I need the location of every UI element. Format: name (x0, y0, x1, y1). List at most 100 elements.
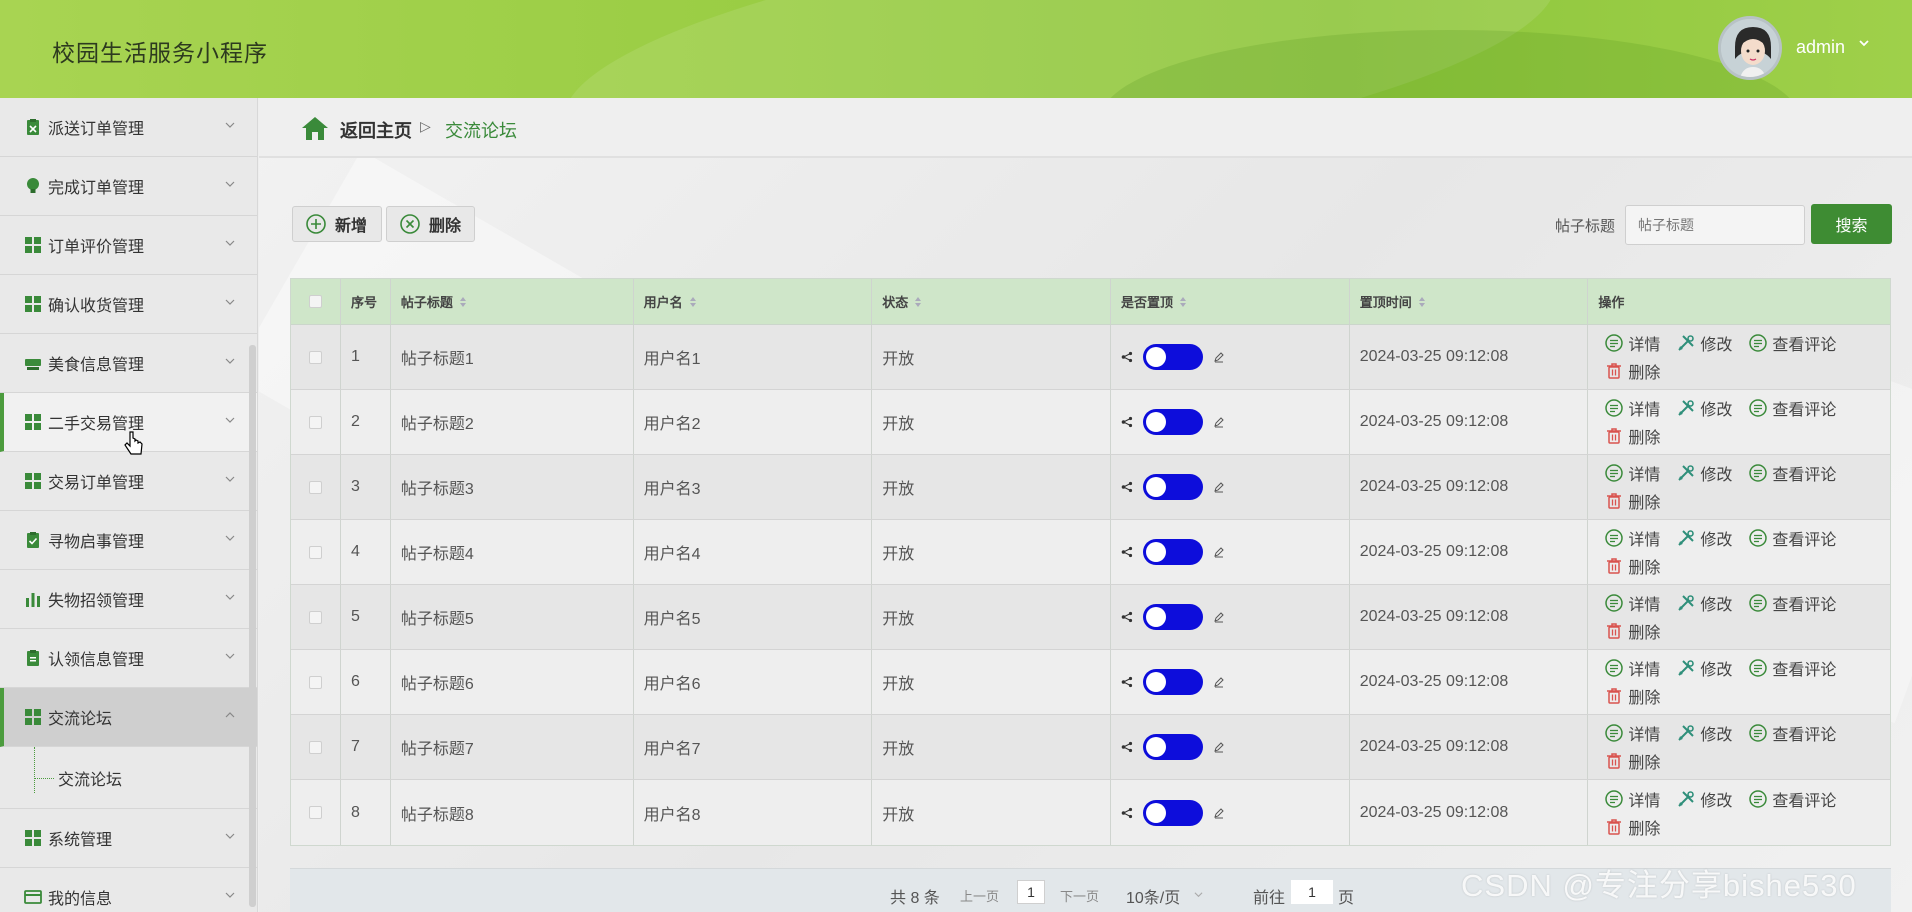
row-checkbox[interactable] (308, 740, 322, 754)
col-header-user[interactable]: 用户名 (634, 279, 873, 324)
pinned-toggle[interactable] (1142, 734, 1203, 760)
sidebar: 派送订单管理 完成订单管理 订单评价管理 确认收货管理 美食信息管理 二手交易管… (0, 98, 258, 912)
view-comments-button[interactable]: 查看评论 (1748, 656, 1836, 680)
col-header-pin-time[interactable]: 置顶时间 (1350, 279, 1589, 324)
chevron-down-icon[interactable] (1194, 890, 1203, 899)
pagination-prev[interactable]: 上一页 (960, 886, 999, 905)
pagination-next[interactable]: 下一页 (1060, 886, 1099, 905)
view-comments-button[interactable]: 查看评论 (1748, 591, 1836, 615)
search-button[interactable]: 搜索 (1811, 204, 1892, 244)
sort-icon[interactable] (689, 296, 697, 308)
sidebar-item-food-info[interactable]: 美食信息管理 (0, 334, 257, 393)
edit-button[interactable]: 修改 (1676, 721, 1732, 745)
detail-button[interactable]: 详情 (1604, 396, 1660, 420)
row-checkbox[interactable] (308, 806, 322, 819)
col-header-pinned[interactable]: 是否置顶 (1111, 279, 1350, 324)
detail-button[interactable]: 详情 (1604, 331, 1660, 355)
detail-button[interactable]: 详情 (1604, 787, 1660, 811)
chevron-down-icon (225, 358, 235, 364)
cell-pin-time: 2024-03-25 09:12:08 (1350, 455, 1589, 519)
comments-icon (1749, 789, 1768, 808)
col-header-title[interactable]: 帖子标题 (391, 279, 634, 324)
edit-button[interactable]: 修改 (1676, 526, 1732, 550)
bulb-icon (24, 177, 42, 195)
breadcrumb-home[interactable]: 返回主页 (340, 117, 412, 143)
sidebar-item-completed-orders[interactable]: 完成订单管理 (0, 157, 257, 216)
row-delete-button[interactable]: 删除 (1604, 359, 1660, 383)
cell-title: 帖子标题4 (391, 520, 634, 584)
pinned-toggle[interactable] (1142, 799, 1203, 826)
food-icon (24, 354, 42, 372)
row-delete-button[interactable]: 删除 (1604, 749, 1660, 773)
sidebar-item-lost-notices[interactable]: 寻物启事管理 (0, 511, 257, 570)
bar-chart-icon (24, 590, 42, 608)
view-comments-button[interactable]: 查看评论 (1748, 331, 1836, 355)
delete-button[interactable]: 删除 (386, 206, 475, 242)
detail-button[interactable]: 详情 (1604, 526, 1660, 550)
add-button[interactable]: 新增 (292, 206, 382, 242)
view-comments-button[interactable]: 查看评论 (1748, 721, 1836, 745)
sidebar-item-my-info[interactable]: 我的信息 (0, 868, 257, 912)
user-name[interactable]: admin (1796, 37, 1845, 58)
pinned-toggle[interactable] (1142, 539, 1203, 565)
row-checkbox[interactable] (308, 545, 322, 559)
pinned-toggle[interactable] (1142, 474, 1203, 500)
edit-button[interactable]: 修改 (1676, 591, 1732, 615)
edit-button[interactable]: 修改 (1676, 787, 1732, 811)
pagination-goto-input[interactable]: 1 (1291, 880, 1333, 904)
sort-icon[interactable] (1418, 296, 1426, 308)
col-header-status[interactable]: 状态 (872, 279, 1111, 324)
detail-button[interactable]: 详情 (1604, 461, 1660, 485)
pinned-toggle[interactable] (1142, 669, 1203, 695)
sidebar-item-found-items[interactable]: 失物招领管理 (0, 570, 257, 629)
sidebar-item-delivery-orders[interactable]: 派送订单管理 (0, 98, 257, 157)
trash-icon (1607, 558, 1622, 574)
sort-icon[interactable] (914, 296, 922, 308)
row-delete-button[interactable]: 删除 (1604, 815, 1660, 839)
view-comments-button[interactable]: 查看评论 (1748, 787, 1836, 811)
detail-button[interactable]: 详情 (1604, 656, 1660, 680)
chevron-down-icon[interactable] (1858, 37, 1870, 52)
row-delete-button[interactable]: 删除 (1604, 489, 1660, 513)
sidebar-subitem-forum[interactable]: 交流论坛 (0, 747, 257, 809)
view-comments-button[interactable]: 查看评论 (1748, 396, 1836, 420)
edit-button[interactable]: 修改 (1676, 331, 1732, 355)
pagination-current-page[interactable]: 1 (1017, 880, 1045, 904)
sidebar-item-system[interactable]: 系统管理 (0, 809, 257, 868)
sidebar-scrollbar[interactable] (249, 345, 256, 907)
detail-button[interactable]: 详情 (1604, 721, 1660, 745)
pinned-toggle[interactable] (1142, 409, 1203, 435)
sidebar-item-confirm-receipt[interactable]: 确认收货管理 (0, 275, 257, 334)
row-checkbox[interactable] (308, 675, 322, 689)
home-icon[interactable] (301, 115, 329, 141)
edit-button[interactable]: 修改 (1676, 656, 1732, 680)
search-input[interactable] (1625, 205, 1805, 245)
pinned-toggle[interactable] (1142, 604, 1203, 630)
sidebar-item-claim-info[interactable]: 认领信息管理 (0, 629, 257, 688)
sort-icon[interactable] (1179, 296, 1187, 308)
edit-button[interactable]: 修改 (1676, 461, 1732, 485)
row-checkbox[interactable] (308, 415, 322, 429)
row-delete-button[interactable]: 删除 (1604, 554, 1660, 578)
row-checkbox[interactable] (308, 610, 322, 624)
view-comments-button[interactable]: 查看评论 (1748, 526, 1836, 550)
view-comments-button[interactable]: 查看评论 (1748, 461, 1836, 485)
sort-icon[interactable] (459, 296, 467, 308)
avatar[interactable] (1718, 16, 1782, 80)
trash-icon (1607, 688, 1622, 704)
row-delete-button[interactable]: 删除 (1604, 424, 1660, 448)
row-delete-button[interactable]: 删除 (1604, 619, 1660, 643)
cell-pinned (1111, 520, 1350, 584)
sidebar-item-trade-orders[interactable]: 交易订单管理 (0, 452, 257, 511)
row-checkbox[interactable] (308, 350, 322, 364)
edit-button[interactable]: 修改 (1676, 396, 1732, 420)
row-delete-button[interactable]: 删除 (1604, 684, 1660, 708)
detail-button[interactable]: 详情 (1604, 591, 1660, 615)
sidebar-item-forum[interactable]: 交流论坛 (0, 688, 257, 747)
sidebar-item-order-reviews[interactable]: 订单评价管理 (0, 216, 257, 275)
page-size-select[interactable]: 10条/页 (1126, 884, 1180, 908)
row-checkbox[interactable] (308, 480, 322, 494)
pinned-toggle[interactable] (1142, 344, 1203, 370)
select-all-checkbox[interactable] (308, 295, 322, 308)
cell-title: 帖子标题5 (391, 585, 634, 649)
